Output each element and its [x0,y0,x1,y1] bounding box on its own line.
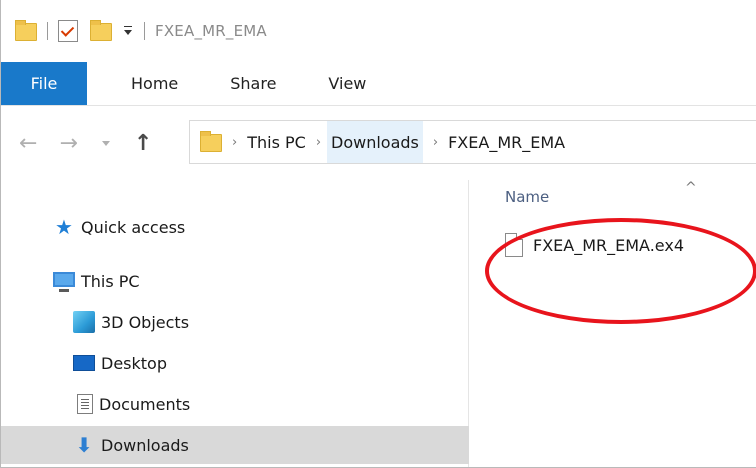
sidebar-item-label: Downloads [101,435,189,455]
sidebar-item-desktop[interactable]: Desktop [1,344,469,382]
title-divider [144,22,145,40]
navigation-pane: ★ Quick access This PC 3D Objects Deskto… [1,180,469,467]
desktop-icon [73,355,95,371]
sidebar-item-label: This PC [81,271,140,291]
breadcrumb-current-folder[interactable]: FXEA_MR_EMA [448,121,565,163]
new-folder-icon[interactable] [90,20,112,42]
breadcrumb-this-pc[interactable]: This PC [247,121,306,163]
sidebar-item-label: 3D Objects [101,312,190,332]
sidebar-item-this-pc[interactable]: This PC [1,262,469,300]
sort-ascending-icon[interactable]: ^ [685,180,697,196]
back-arrow-icon[interactable]: ← [19,131,37,156]
toolbar-divider [47,22,48,40]
monitor-icon [53,271,75,292]
breadcrumb-downloads[interactable]: Downloads [327,121,423,163]
chevron-down-icon[interactable] [101,140,110,146]
window-title: FXEA_MR_EMA [155,22,267,40]
navigation-row: ← → ↑ › This PC › Downloads › FXEA_MR_EM… [1,106,756,180]
breadcrumb-separator-icon[interactable]: › [316,135,321,150]
forward-arrow-icon[interactable]: → [59,131,77,156]
cube-icon [73,311,95,333]
address-folder-icon [200,131,222,153]
folder-icon[interactable] [15,20,37,42]
sidebar-item-label: Documents [99,394,191,414]
tab-share[interactable]: Share [230,62,276,105]
sidebar-item-3d-objects[interactable]: 3D Objects [1,303,469,341]
title-bar: FXEA_MR_EMA [1,0,756,62]
properties-check-icon[interactable] [58,20,78,42]
up-arrow-icon[interactable]: ↑ [134,131,152,156]
sidebar-item-quick-access[interactable]: ★ Quick access [1,208,469,246]
breadcrumb-separator-icon[interactable]: › [232,135,237,150]
red-highlight-circle [485,218,756,324]
sidebar-item-downloads[interactable]: ⬇ Downloads [1,426,469,464]
file-explorer-window: FXEA_MR_EMA File Home Share View ← → ↑ ›… [0,0,756,468]
customize-quick-access-dropdown-icon[interactable] [122,24,134,38]
sidebar-item-label: Desktop [101,353,167,373]
column-header-name[interactable]: Name [505,188,549,206]
tab-home[interactable]: Home [131,62,178,105]
document-icon [77,394,93,414]
sidebar-item-documents[interactable]: Documents [1,385,469,423]
star-icon: ★ [55,215,73,239]
address-bar[interactable]: › This PC › Downloads › FXEA_MR_EMA [189,120,756,164]
ribbon-tabs: File Home Share View [1,62,756,106]
breadcrumb-separator-icon[interactable]: › [433,135,438,150]
download-icon: ⬇ [75,433,93,457]
sidebar-item-label: Quick access [81,217,186,237]
tab-view[interactable]: View [328,62,366,105]
tab-file[interactable]: File [1,62,87,105]
